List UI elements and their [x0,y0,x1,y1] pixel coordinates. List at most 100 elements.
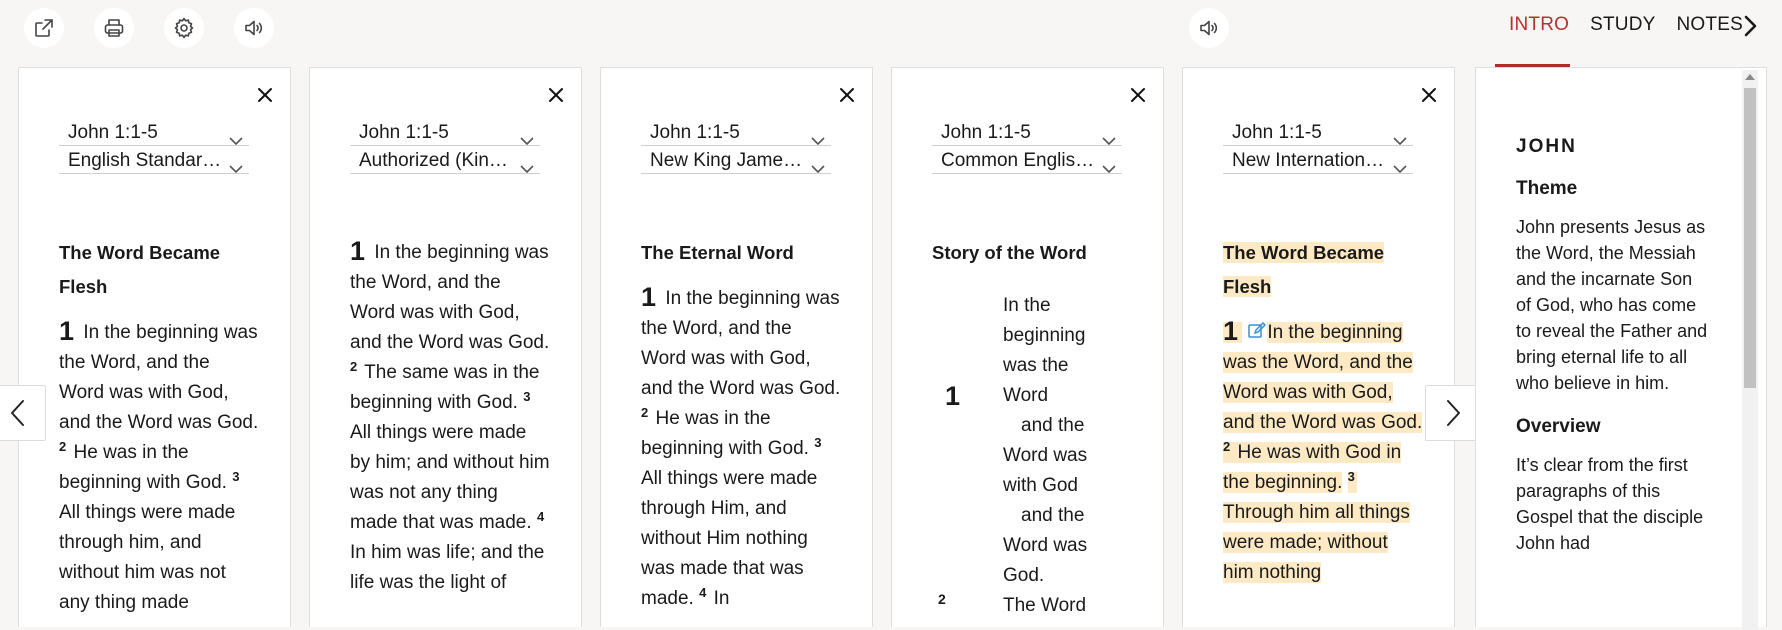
chevron-down-icon [520,156,534,173]
chevron-down-icon [229,156,243,173]
chevron-down-icon [1102,156,1116,173]
verse-text: He was with God in the beginning. [1223,442,1402,493]
verse-text: He was in the beginning with God. [641,408,809,459]
settings-button[interactable] [164,8,204,48]
bible-column-4: John 1:1-5 Common English Bible Story of… [891,67,1164,627]
reference-selector[interactable]: John 1:1-5 [932,120,1122,146]
study-audio-button[interactable] [1189,8,1229,48]
close-column-button[interactable] [254,84,276,106]
poetry-line: The Word [1003,595,1087,616]
passage-text: 1 In the beginning was the Word, and the… [350,236,550,598]
audio-button[interactable] [234,8,274,48]
close-icon [549,88,563,102]
reference-selector[interactable]: John 1:1-5 [350,120,540,146]
study-scrollbar[interactable] [1742,70,1758,630]
reference-selector[interactable]: John 1:1-5 [641,120,831,146]
verse-number: 4 [699,584,707,600]
verse-number: 3 [1347,468,1355,484]
verse-text: In him was life; and the life was the li… [350,542,545,593]
verse-number: 2 [641,404,649,420]
poetry-line: and the [1021,505,1085,526]
close-column-button[interactable] [1127,84,1149,106]
verse-number: 1 [59,316,75,346]
verse-text: In the beginning was the Word, and the W… [59,322,259,433]
scroll-up-arrow-icon[interactable] [1745,74,1755,80]
reference-selector[interactable]: John 1:1-5 [59,120,249,146]
poetry-line: Word was [1003,535,1088,556]
version-selector[interactable]: New International Version [1223,148,1413,174]
book-title: JOHN [1516,136,1577,157]
print-button[interactable] [94,8,134,48]
poetry-line: In the [1003,295,1051,316]
verse-number: 3 [814,434,822,450]
version-selector[interactable]: New King James Version [641,148,831,174]
verse-text: The same was in the beginning with God. [350,362,540,413]
verse-number: 3 [523,388,531,404]
next-column-button[interactable] [1425,385,1481,441]
close-icon [258,88,272,102]
speaker-icon [245,20,263,36]
section-heading: The Eternal Word [641,242,794,263]
close-icon [840,88,854,102]
previous-column-button[interactable] [0,385,46,441]
reference-label: John 1:1-5 [941,122,1031,143]
chevron-down-icon [811,128,825,145]
verse-text: In [713,588,730,609]
tabs-next-button[interactable] [1736,12,1764,40]
settings-icon [174,17,194,39]
verse-text: All things were made through him, and wi… [59,502,236,613]
open-external-icon [35,19,53,37]
verse-text: All things were made by him; and without… [350,422,550,533]
reference-label: John 1:1-5 [359,122,449,143]
chevron-left-icon [11,400,24,426]
verse-number: 1 [641,282,657,312]
bible-column-5: John 1:1-5 New International Version The… [1182,67,1455,627]
chevron-down-icon [520,128,534,145]
chevron-down-icon [1393,156,1407,173]
overview-text: It’s clear from the first paragraphs of … [1516,455,1704,553]
verse-number: 2 [938,591,946,607]
poetry-line: and the [1021,415,1085,436]
poetry-line: was the [1003,355,1069,376]
open-external-button[interactable] [24,8,64,48]
verse-number: 2 [59,438,67,454]
close-column-button[interactable] [836,84,858,106]
note-edit-icon[interactable] [1247,320,1267,338]
verse-text: In the beginning was the Word, and the W… [350,242,550,353]
poetry-line: Word [1003,385,1049,406]
passage-text: The Word Became Flesh 1 In the beginning … [59,236,259,618]
reference-selector[interactable]: John 1:1-5 [1223,120,1413,146]
bible-column-1: John 1:1-5 English Standard Version The … [18,67,291,627]
verse-text: In the beginning was the Word, and the W… [641,288,841,399]
version-label: English Standard Version [68,150,249,171]
verse-number: 1 [945,381,961,411]
intro-content: JOHN Theme John presents Jesus as the Wo… [1516,136,1712,576]
version-selector[interactable]: English Standard Version [59,148,249,174]
version-selector[interactable]: Common English Bible [932,148,1122,174]
close-icon [1422,88,1436,102]
section-heading-wrap: Story of the Word [932,236,1132,270]
chevron-down-icon [229,128,243,145]
version-label: New King James Version [650,150,831,171]
section-heading: Story of the Word [932,242,1087,263]
tab-study[interactable]: STUDY [1584,12,1661,36]
verse-number: 2 [1223,438,1231,454]
study-panel: JOHN Theme John presents Jesus as the Wo… [1475,67,1767,627]
verse-number: 3 [232,468,240,484]
bible-column-2: John 1:1-5 Authorized (King James) Versi… [309,67,582,627]
section-heading: The Word Became Flesh [59,242,221,297]
version-selector[interactable]: Authorized (King James) Version [350,148,540,174]
scroll-thumb[interactable] [1744,88,1756,388]
close-column-button[interactable] [545,84,567,106]
close-column-button[interactable] [1418,84,1440,106]
chevron-right-icon [1744,15,1757,37]
verse-number: 2 [350,358,358,374]
poetry-line: beginning [1003,325,1086,346]
reference-label: John 1:1-5 [1232,122,1322,143]
tab-intro[interactable]: INTRO [1503,12,1575,36]
chevron-down-icon [811,156,825,173]
overview-heading: Overview [1516,416,1601,437]
reference-label: John 1:1-5 [650,122,740,143]
reference-label: John 1:1-5 [68,122,158,143]
theme-heading: Theme [1516,178,1578,199]
